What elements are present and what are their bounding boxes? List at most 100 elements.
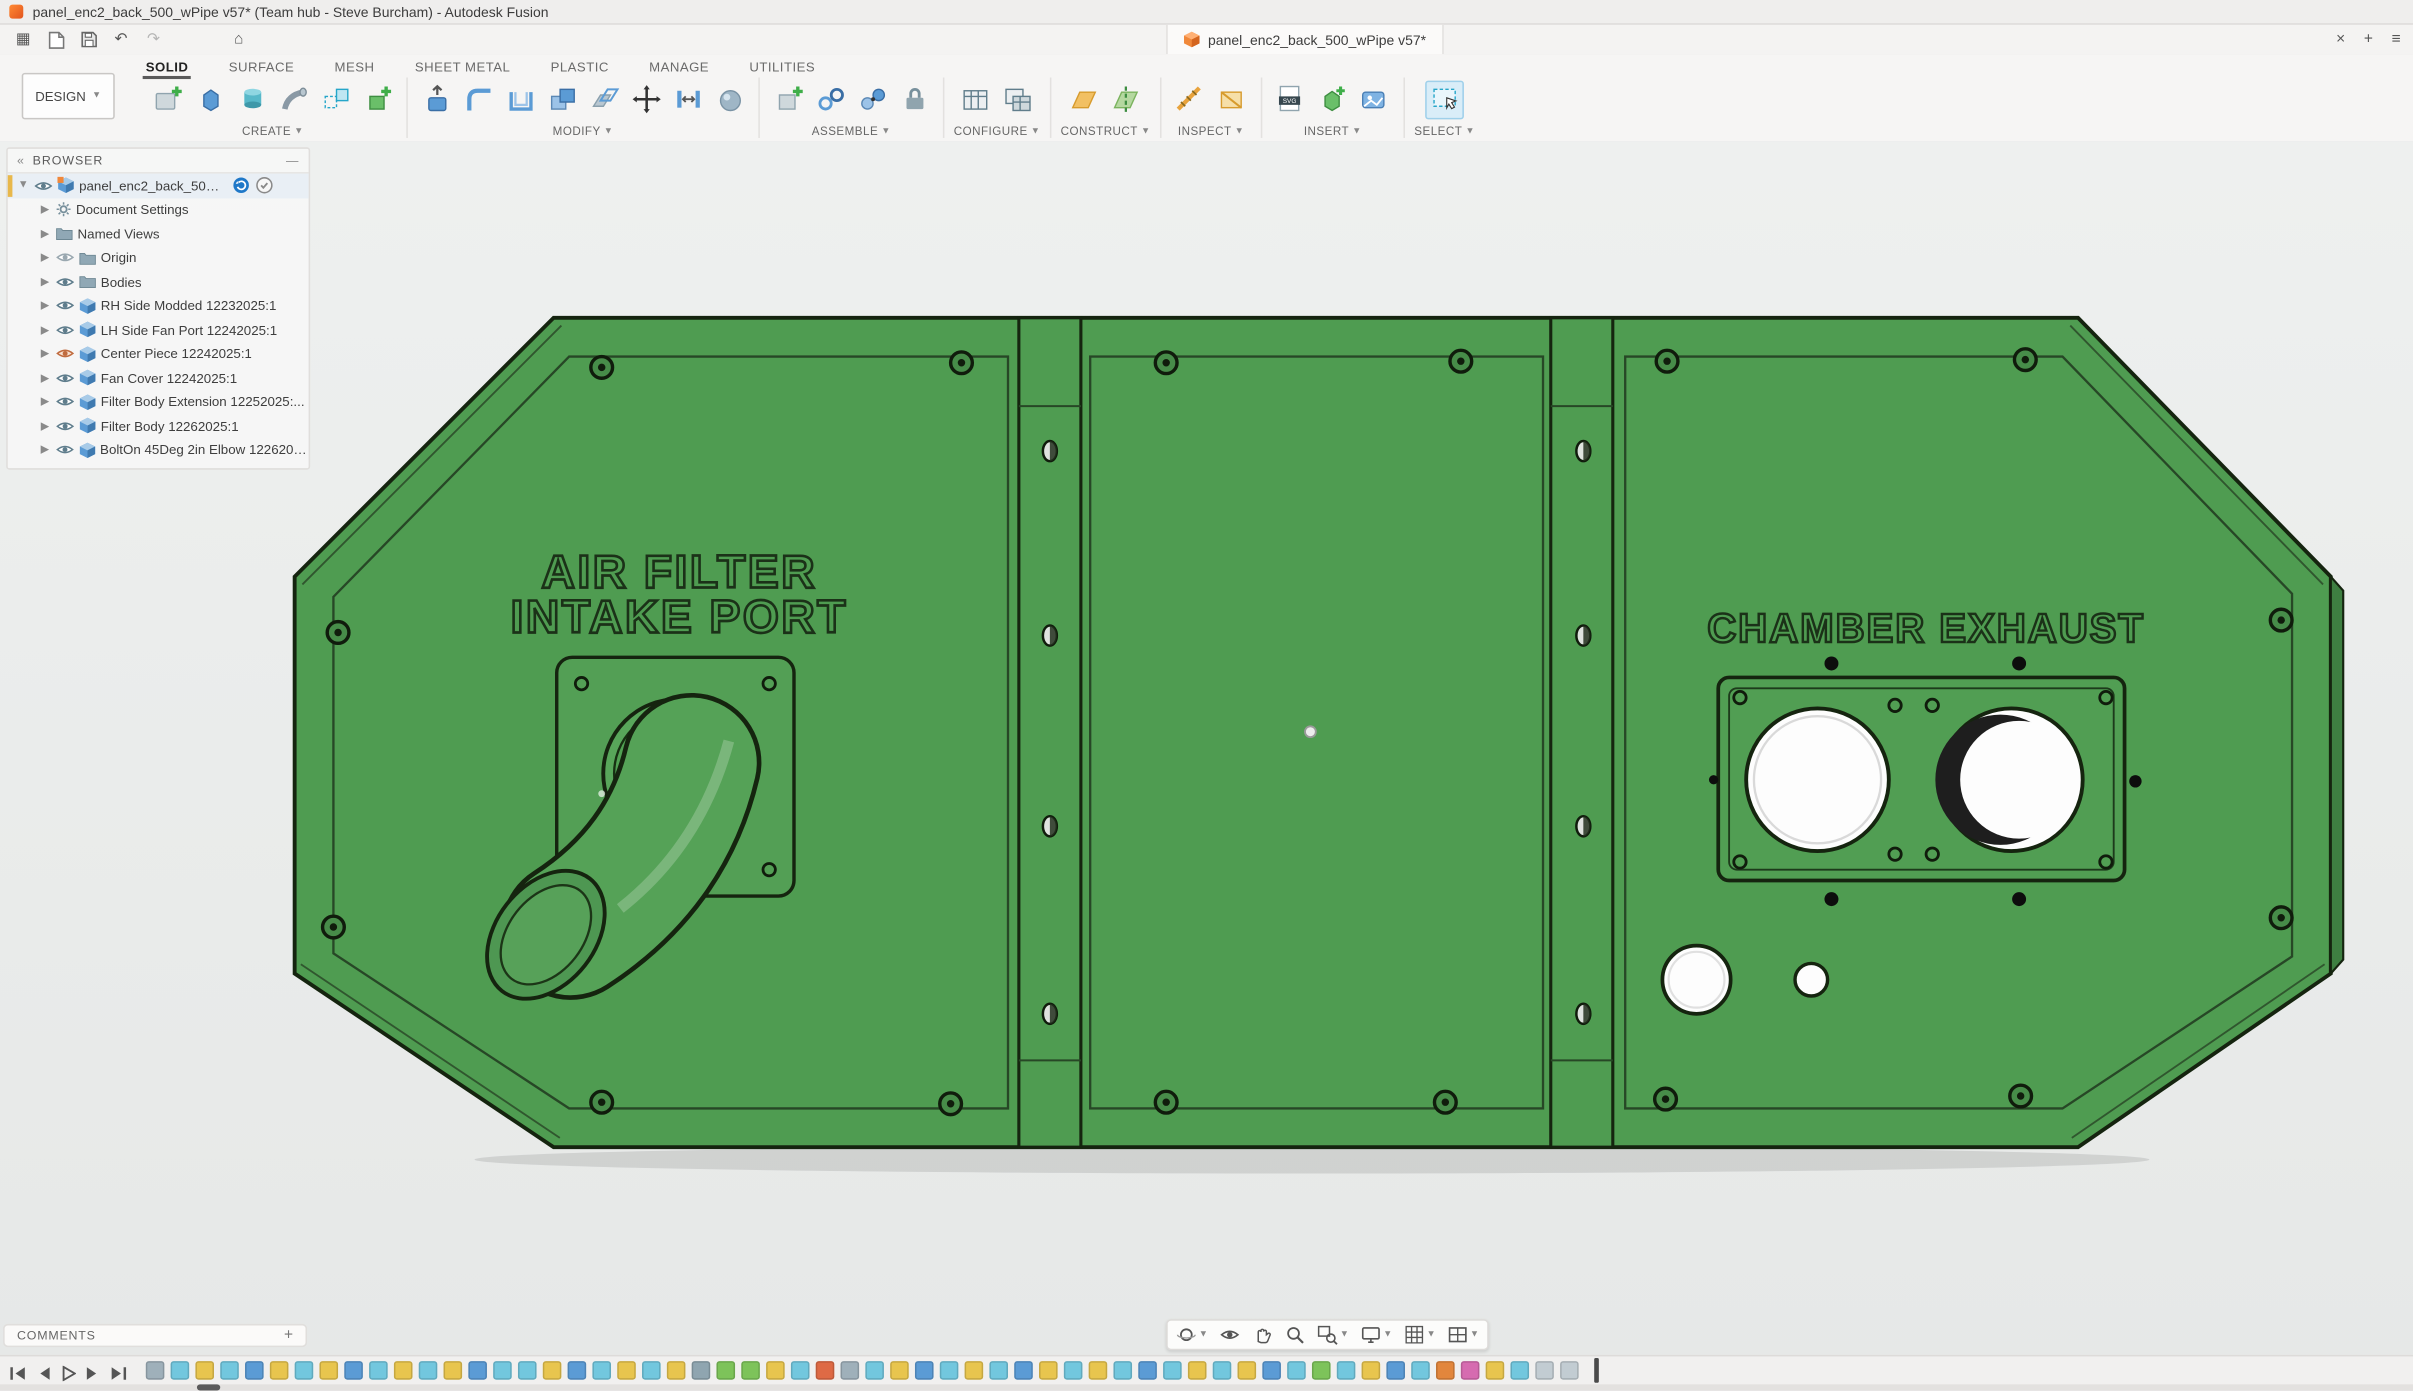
timeline-feature-icon[interactable] bbox=[1386, 1361, 1405, 1380]
timeline-feature-icon[interactable] bbox=[220, 1361, 239, 1380]
home-icon[interactable]: ⌂ bbox=[228, 29, 250, 51]
chevron-right-icon[interactable]: ▶ bbox=[39, 252, 51, 264]
timeline-feature-icon[interactable] bbox=[1187, 1361, 1207, 1380]
group-assemble-label[interactable]: ASSEMBLE ▼ bbox=[812, 124, 891, 138]
tab-surface[interactable]: SURFACE bbox=[226, 57, 298, 79]
chevron-right-icon[interactable]: ▶ bbox=[39, 276, 51, 288]
timeline-feature-icon[interactable] bbox=[865, 1361, 884, 1380]
press-pull-icon[interactable] bbox=[417, 80, 456, 119]
seam-strip-left[interactable] bbox=[1017, 316, 1083, 1149]
comments-bar[interactable]: COMMENTS + bbox=[3, 1323, 308, 1348]
visibility-eye-icon[interactable] bbox=[55, 444, 74, 456]
timeline-feature-icon[interactable] bbox=[790, 1361, 810, 1380]
timeline-feature-icon[interactable] bbox=[1237, 1361, 1257, 1380]
timeline-feature-icon[interactable] bbox=[344, 1361, 363, 1380]
visibility-eye-icon[interactable] bbox=[56, 252, 75, 264]
browser-item-named-views[interactable]: ▶ Named Views bbox=[8, 222, 309, 246]
chevron-right-icon[interactable]: ▶ bbox=[39, 348, 51, 360]
timeline-feature-icon[interactable] bbox=[1039, 1361, 1058, 1380]
look-at-icon[interactable] bbox=[1219, 1324, 1241, 1346]
chevron-right-icon[interactable]: ▶ bbox=[39, 444, 51, 456]
shell-icon[interactable] bbox=[501, 80, 540, 119]
extrude-icon[interactable] bbox=[191, 80, 230, 119]
grid-settings-icon[interactable]: ▼ bbox=[1403, 1324, 1436, 1346]
section-analysis-icon[interactable] bbox=[1213, 80, 1252, 119]
new-body-icon[interactable] bbox=[358, 80, 397, 119]
timeline-feature-icon[interactable] bbox=[964, 1361, 984, 1380]
timeline-scrollbar[interactable] bbox=[0, 1384, 2413, 1391]
group-configure-label[interactable]: CONFIGURE ▼ bbox=[954, 124, 1041, 138]
browser-collapse-icon[interactable]: « bbox=[17, 153, 25, 167]
zoom-icon[interactable] bbox=[1284, 1324, 1306, 1346]
timeline-feature-icon[interactable] bbox=[170, 1361, 190, 1380]
configuration-variant-icon[interactable] bbox=[999, 80, 1038, 119]
tab-sheet-metal[interactable]: SHEET METAL bbox=[412, 57, 514, 79]
timeline-feature-icon[interactable] bbox=[666, 1361, 686, 1380]
timeline-feature-icon[interactable] bbox=[1485, 1361, 1505, 1380]
browser-root-row[interactable]: ▼ panel_enc2_back_500_v... bbox=[7, 173, 309, 198]
new-tab-icon[interactable]: + bbox=[2364, 31, 2373, 48]
timeline-feature-icon[interactable] bbox=[617, 1361, 636, 1380]
timeline-feature-icon[interactable] bbox=[1163, 1361, 1182, 1380]
viewports-icon[interactable]: ▼ bbox=[1447, 1324, 1479, 1346]
visibility-eye-icon[interactable] bbox=[56, 300, 75, 312]
create-sketch-icon[interactable] bbox=[149, 80, 188, 119]
timeline-feature-icon[interactable] bbox=[1113, 1361, 1133, 1380]
orbit-icon[interactable]: ▼ bbox=[1175, 1324, 1208, 1346]
timeline-feature-icon[interactable] bbox=[1361, 1361, 1381, 1380]
timeline-feature-icon[interactable] bbox=[642, 1361, 661, 1380]
workspace-switcher-button[interactable]: DESIGN ▼ bbox=[21, 72, 115, 120]
timeline-feature-icon[interactable] bbox=[369, 1361, 388, 1380]
timeline-feature-icon[interactable] bbox=[1014, 1361, 1033, 1380]
timeline-feature-icon[interactable] bbox=[1510, 1361, 1530, 1380]
viewport-canvas[interactable]: AIR FILTER INTAKE PORT CHAMBER EXHAUST bbox=[0, 141, 2413, 1389]
timeline-feature-icon[interactable] bbox=[1560, 1361, 1579, 1380]
save-icon[interactable] bbox=[78, 29, 100, 51]
timeline-feature-icon[interactable] bbox=[989, 1361, 1009, 1380]
file-menu-icon[interactable] bbox=[45, 29, 67, 51]
timeline-feature-icon[interactable] bbox=[195, 1361, 215, 1380]
chevron-right-icon[interactable]: ▶ bbox=[39, 324, 51, 336]
undo-icon[interactable]: ↶ bbox=[110, 29, 132, 51]
timeline-feature-icon[interactable] bbox=[1460, 1361, 1480, 1380]
timeline-feature-icon[interactable] bbox=[691, 1361, 711, 1380]
browser-item-component[interactable]: ▶ Filter Body Extension 12252025:... bbox=[8, 390, 309, 414]
redo-icon[interactable]: ↷ bbox=[143, 29, 165, 51]
timeline-feature-icon[interactable] bbox=[468, 1361, 487, 1380]
tab-mesh[interactable]: MESH bbox=[331, 57, 377, 79]
timeline-feature-icon[interactable] bbox=[393, 1361, 413, 1380]
visibility-eye-icon[interactable] bbox=[56, 420, 75, 432]
sync-status-icon[interactable] bbox=[233, 177, 250, 194]
timeline-feature-icon[interactable] bbox=[840, 1361, 860, 1380]
timeline-feature-icon[interactable] bbox=[766, 1361, 785, 1380]
insert-mesh-icon[interactable] bbox=[1313, 80, 1352, 119]
browser-item-origin[interactable]: ▶ Origin bbox=[8, 246, 309, 270]
timeline-feature-icon[interactable] bbox=[890, 1361, 909, 1380]
chevron-right-icon[interactable]: ▶ bbox=[39, 227, 51, 240]
close-tab-icon[interactable]: × bbox=[2336, 31, 2345, 48]
timeline-feature-icon[interactable] bbox=[1262, 1361, 1281, 1380]
tab-plastic[interactable]: PLASTIC bbox=[548, 57, 612, 79]
browser-item-bodies[interactable]: ▶ Bodies bbox=[8, 270, 309, 294]
offset-face-icon[interactable] bbox=[585, 80, 624, 119]
decal-icon[interactable] bbox=[1355, 80, 1394, 119]
timeline-track[interactable] bbox=[145, 1357, 1599, 1383]
pan-icon[interactable] bbox=[1251, 1324, 1273, 1346]
fit-icon[interactable]: ▼ bbox=[1317, 1324, 1349, 1346]
timeline-feature-icon[interactable] bbox=[1535, 1361, 1554, 1380]
timeline-feature-icon[interactable] bbox=[1436, 1361, 1455, 1380]
timeline-feature-icon[interactable] bbox=[815, 1361, 835, 1380]
timeline-feature-icon[interactable] bbox=[1287, 1361, 1306, 1380]
chevron-right-icon[interactable]: ▶ bbox=[39, 203, 51, 216]
document-tab[interactable]: panel_enc2_back_500_wPipe v57* bbox=[1166, 24, 1444, 55]
fillet-icon[interactable] bbox=[459, 80, 498, 119]
visibility-eye-icon[interactable] bbox=[56, 276, 75, 288]
move-icon[interactable] bbox=[627, 80, 666, 119]
timeline-feature-icon[interactable] bbox=[443, 1361, 463, 1380]
timeline-feature-icon[interactable] bbox=[939, 1361, 959, 1380]
browser-item-component[interactable]: ▶ Filter Body 12262025:1 bbox=[8, 414, 309, 438]
group-modify-label[interactable]: MODIFY ▼ bbox=[553, 124, 614, 138]
model-view[interactable]: AIR FILTER INTAKE PORT CHAMBER EXHAUST bbox=[0, 141, 2413, 1389]
timeline-feature-icon[interactable] bbox=[517, 1361, 537, 1380]
timeline-feature-icon[interactable] bbox=[1212, 1361, 1232, 1380]
